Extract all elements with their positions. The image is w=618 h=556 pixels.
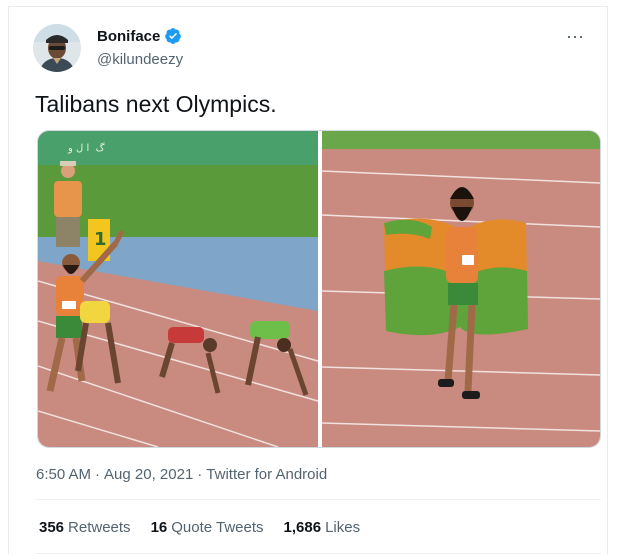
quote-tweets-stat[interactable]: 16 Quote Tweets (151, 519, 264, 536)
svg-text:گ ‍ ‌ا ل و ‍ ‌ ‍ ‌ ‍: گ ‍ ‌ا ل و ‍ ‌ ‍ ‌ ‍ (67, 141, 120, 154)
quotes-count: 16 (150, 519, 168, 536)
retweets-count: 356 (39, 519, 65, 536)
retweets-label: Retweets (68, 519, 131, 536)
photo-flag-celebration[interactable] (322, 131, 600, 447)
tweet-text: Talibans next Olympics. (35, 91, 277, 117)
avatar[interactable] (33, 24, 81, 72)
likes-count: 1,686 (283, 519, 322, 536)
more-options-icon[interactable]: ⋯ (566, 27, 585, 48)
meta-separator: · (197, 466, 203, 483)
svg-text:1: 1 (94, 229, 107, 250)
retweets-stat[interactable]: 356 Retweets (39, 519, 131, 536)
quotes-label: Quote Tweets (171, 519, 264, 536)
tweet-timestamp[interactable]: 6:50 AM · Aug 20, 2021 · Twitter for Android (36, 466, 331, 483)
author-name-row[interactable]: Boniface (97, 27, 182, 45)
display-name[interactable]: Boniface (97, 28, 160, 45)
divider (35, 553, 601, 554)
tweet-media[interactable]: گ ‍ ‌ا ل و ‍ ‌ ‍ ‌ ‍ 1 (37, 130, 601, 448)
tweet-card: Boniface @kilundeezy ⋯ Talibans next Oly… (8, 6, 608, 554)
tweet-source[interactable]: Twitter for Android (206, 466, 327, 483)
tweet-date[interactable]: Aug 20, 2021 (104, 466, 193, 483)
meta-separator: · (95, 466, 101, 483)
engagement-stats: 356 Retweets 16 Quote Tweets 1,686 Likes (39, 519, 360, 536)
photo-race-start[interactable]: گ ‍ ‌ا ل و ‍ ‌ ‍ ‌ ‍ 1 (38, 131, 318, 447)
tweet-time[interactable]: 6:50 AM (36, 466, 91, 483)
verified-badge-icon (165, 28, 182, 44)
divider (35, 499, 601, 500)
likes-stat[interactable]: 1,686 Likes (284, 519, 361, 536)
handle[interactable]: @kilundeezy (97, 51, 183, 68)
likes-label: Likes (325, 519, 361, 536)
